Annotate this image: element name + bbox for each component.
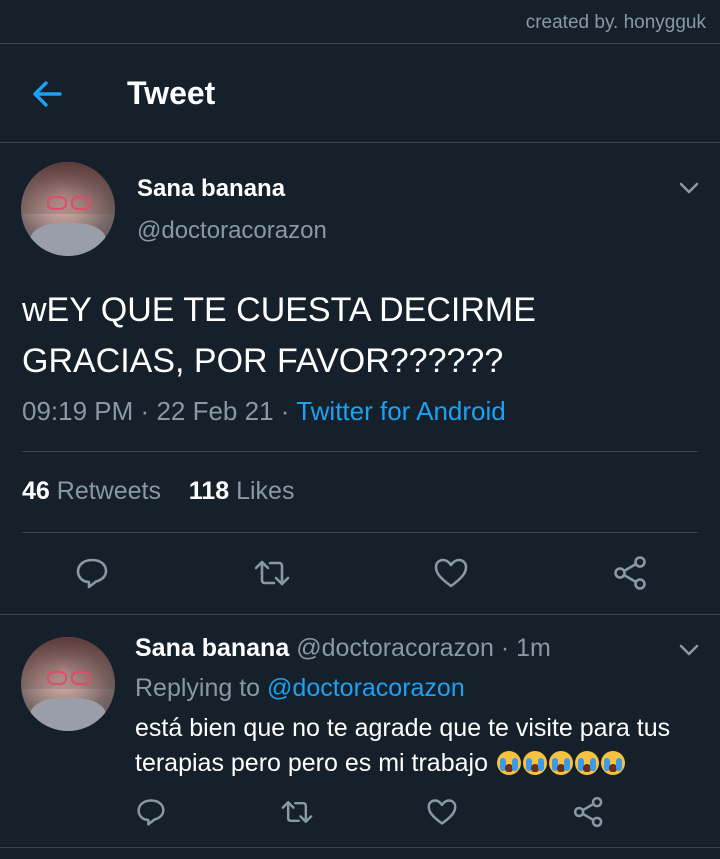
retweets-stat[interactable]: 46 Retweets (22, 477, 161, 505)
replying-to: Replying to @doctoracorazon (135, 674, 465, 703)
reply-display-name[interactable]: Sana banana (135, 634, 289, 662)
crying-face-emoji (522, 751, 547, 775)
avatar[interactable] (21, 162, 115, 256)
likes-label: Likes (236, 477, 295, 505)
likes-count: 118 (188, 477, 230, 505)
header-divider (0, 142, 720, 143)
reply-time: 1m (516, 634, 551, 662)
replying-to-handle-link[interactable]: @doctoracorazon (267, 674, 465, 702)
reply-share-icon[interactable] (572, 795, 606, 829)
meta-separator: · (140, 396, 150, 426)
tweet-date: 22 Feb 21 (156, 396, 274, 426)
reply-emojis (495, 749, 625, 777)
meta-separator: · (280, 396, 290, 426)
tweet-source-link[interactable]: Twitter for Android (296, 396, 506, 426)
actions-divider (0, 614, 720, 615)
reply-comment-icon[interactable] (135, 797, 167, 827)
reply-avatar[interactable] (21, 637, 115, 731)
crying-face-emoji (496, 751, 521, 775)
page-title: Tweet (127, 75, 216, 111)
tweet-stats: 46 Retweets 118 Likes (22, 477, 294, 506)
likes-stat[interactable]: 118 Likes (189, 477, 295, 505)
stats-divider (22, 532, 698, 533)
crying-face-emoji (574, 751, 599, 775)
author-display-name[interactable]: Sana banana (137, 175, 285, 203)
reply-text-block: está bien que no te agrade que te visite… (135, 711, 695, 781)
bottom-divider (0, 847, 720, 848)
replying-to-label: Replying to (135, 674, 261, 702)
like-icon[interactable] (432, 556, 470, 590)
retweets-count: 46 (22, 477, 50, 505)
reply-like-icon[interactable] (425, 797, 459, 827)
retweet-icon[interactable] (252, 556, 292, 590)
tweet-text: wEY QUE TE CUESTA DECIRME GRACIAS, POR F… (22, 291, 536, 380)
tweet-meta: 09:19 PM · 22 Feb 21 · Twitter for Andro… (22, 396, 506, 427)
tweet-time: 09:19 PM (22, 396, 134, 426)
back-arrow-icon[interactable] (30, 78, 66, 110)
retweets-label: Retweets (56, 477, 161, 505)
crying-face-emoji (548, 751, 573, 775)
reply-header: Sana banana @doctoracorazon · 1m (135, 634, 551, 663)
chevron-down-icon[interactable] (678, 178, 700, 198)
chevron-down-icon[interactable] (678, 640, 700, 660)
author-handle[interactable]: @doctoracorazon (137, 217, 327, 245)
crying-face-emoji (600, 751, 625, 775)
top-divider (0, 43, 720, 44)
reply-separator: · (500, 634, 510, 662)
reply-retweet-icon[interactable] (279, 797, 315, 827)
reply-handle[interactable]: @doctoracorazon (296, 634, 494, 662)
meta-divider (22, 451, 698, 452)
share-icon[interactable] (612, 554, 650, 592)
comment-icon[interactable] (74, 556, 110, 590)
watermark-credit: created by. honygguk (525, 12, 706, 33)
